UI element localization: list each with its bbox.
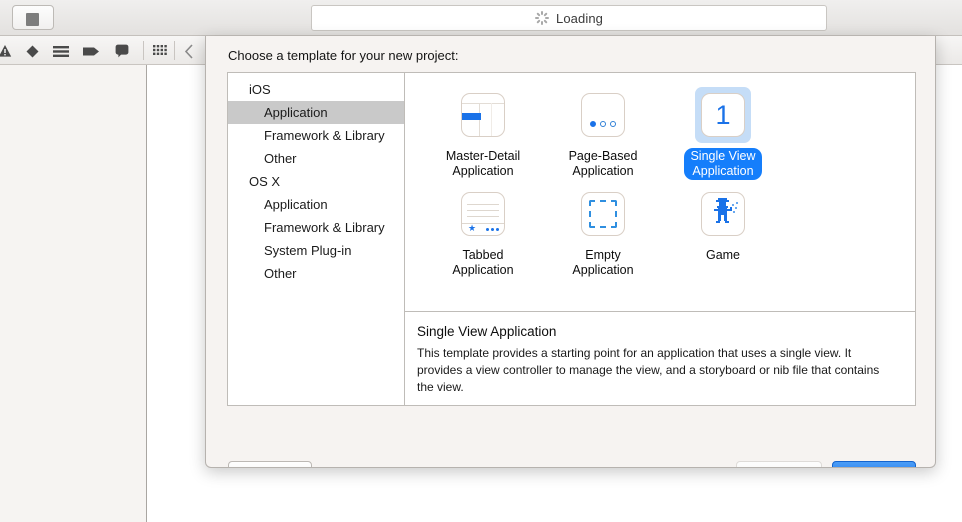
- stop-button[interactable]: [12, 5, 54, 30]
- platform-category-list[interactable]: iOS Application Framework & Library Othe…: [228, 73, 405, 405]
- grid-view-icon[interactable]: [151, 42, 169, 60]
- single-view-badge: 1: [715, 99, 731, 130]
- comment-bubble-icon[interactable]: [113, 42, 131, 60]
- description-title: Single View Application: [417, 324, 557, 339]
- navigator-pane: [0, 65, 147, 522]
- window-titlebar: Loading: [0, 0, 962, 36]
- category-osx-framework-library[interactable]: Framework & Library: [228, 216, 404, 239]
- template-icon-slot: [575, 186, 631, 242]
- template-page-based-application[interactable]: Page-Based Application: [543, 87, 663, 180]
- warning-triangle-icon[interactable]: [0, 42, 14, 60]
- category-group-ios: iOS: [249, 82, 271, 97]
- sheet-prompt-label: Choose a template for your new project:: [228, 48, 459, 63]
- template-icon-slot: ★: [455, 186, 511, 242]
- template-grid: Master-Detail Application Page-Based App…: [405, 73, 915, 311]
- template-label: Tabbed Application: [452, 248, 514, 277]
- game-icon: [701, 192, 745, 236]
- template-description-panel: Single View Application This template pr…: [405, 311, 915, 405]
- template-label: Empty Application: [572, 248, 634, 277]
- cancel-button[interactable]: Cancel: [228, 461, 312, 467]
- template-empty-application[interactable]: Empty Application: [543, 186, 663, 279]
- stop-square-icon: [26, 13, 39, 26]
- category-osx-system-plugin[interactable]: System Plug-in: [228, 239, 404, 262]
- category-group-osx: OS X: [249, 174, 281, 189]
- master-detail-icon: [461, 93, 505, 137]
- category-osx-application[interactable]: Application: [228, 193, 404, 216]
- template-chooser-split: iOS Application Framework & Library Othe…: [227, 72, 916, 406]
- category-ios-application[interactable]: Application: [228, 101, 404, 124]
- template-icon-slot: [695, 186, 751, 242]
- template-icon-slot: 1: [695, 87, 751, 143]
- template-label: Master-Detail Application: [445, 149, 521, 178]
- empty-application-icon: [581, 192, 625, 236]
- toolbar-divider-2: [174, 41, 175, 60]
- status-text: Loading: [556, 10, 603, 26]
- template-label: Single View Application: [684, 148, 762, 180]
- template-icon-slot: [575, 87, 631, 143]
- category-ios-framework-library[interactable]: Framework & Library: [228, 124, 404, 147]
- template-tabbed-application[interactable]: ★ Tabbed Application: [423, 186, 543, 279]
- template-game[interactable]: Game: [663, 186, 783, 279]
- single-view-icon: 1: [701, 93, 745, 137]
- new-project-template-sheet: Choose a template for your new project: …: [205, 36, 936, 468]
- template-master-detail-application[interactable]: Master-Detail Application: [423, 87, 543, 180]
- list-lines-icon[interactable]: [52, 42, 70, 60]
- template-single-view-application[interactable]: 1 Single View Application: [663, 87, 783, 180]
- spinner-icon: [535, 11, 550, 25]
- previous-button[interactable]: Previous: [736, 461, 822, 467]
- template-label: Page-Based Application: [568, 149, 638, 178]
- template-icon-slot: [455, 87, 511, 143]
- template-label: Game: [705, 248, 741, 262]
- description-body: This template provides a starting point …: [417, 346, 880, 394]
- xcode-window: Loading Choose a template for your new p…: [0, 0, 962, 522]
- category-osx-other[interactable]: Other: [228, 262, 404, 285]
- category-ios-other[interactable]: Other: [228, 147, 404, 170]
- diamond-breakpoint-icon[interactable]: [23, 42, 41, 60]
- back-chevron-icon[interactable]: [180, 42, 198, 60]
- template-right-column: Master-Detail Application Page-Based App…: [405, 73, 915, 405]
- tabbed-icon: ★: [461, 192, 505, 236]
- toolbar-divider: [143, 41, 144, 60]
- tag-icon[interactable]: [82, 42, 100, 60]
- activity-status-field: Loading: [311, 5, 827, 31]
- page-based-icon: [581, 93, 625, 137]
- next-button[interactable]: Next: [832, 461, 916, 467]
